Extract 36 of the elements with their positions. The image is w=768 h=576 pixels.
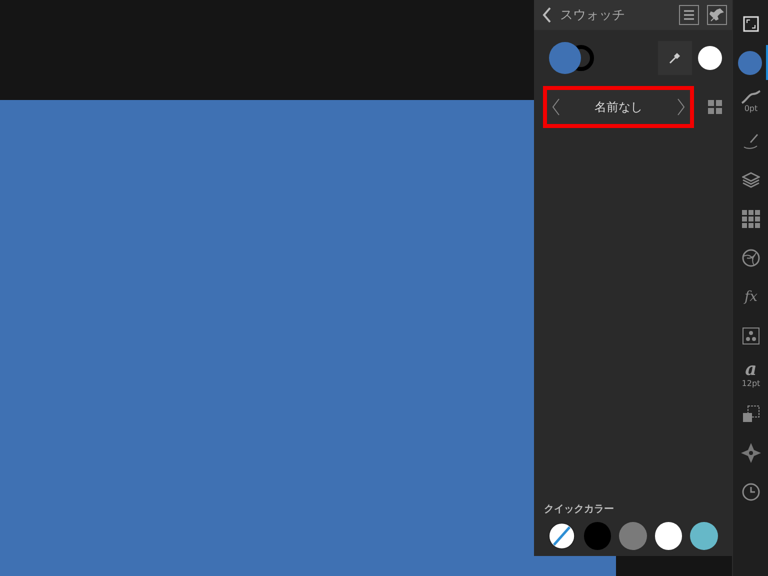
- grid-icon: [742, 210, 760, 228]
- picked-color-swatch[interactable]: [698, 46, 722, 70]
- text-style-label: a: [745, 361, 757, 379]
- back-icon[interactable]: [542, 7, 552, 23]
- aperture-icon: [742, 248, 760, 266]
- stroke-icon: [741, 90, 761, 104]
- panel-title: スウォッチ: [560, 7, 626, 24]
- frame-icon: [743, 16, 759, 32]
- stroke-tool[interactable]: 0pt: [733, 84, 768, 119]
- swatch-set-selector[interactable]: 名前なし: [543, 86, 694, 128]
- fill-color-icon: [738, 50, 762, 74]
- grid-view-icon[interactable]: [708, 100, 722, 114]
- swatch-set-name: 名前なし: [594, 98, 642, 116]
- no-color-swatch[interactable]: [548, 522, 576, 550]
- fx-tool[interactable]: fx: [733, 279, 768, 314]
- size-label: 0pt: [744, 104, 758, 113]
- transform-icon: [742, 404, 760, 422]
- menu-icon[interactable]: [679, 5, 699, 25]
- color-swatch[interactable]: [584, 522, 612, 550]
- text-tool[interactable]: a 12pt: [733, 357, 768, 392]
- quick-colors-label: クイックカラー: [543, 503, 615, 516]
- pin-icon[interactable]: [707, 5, 727, 25]
- color-swatch[interactable]: [690, 522, 718, 550]
- brush-icon: [742, 132, 760, 150]
- color-swatch[interactable]: [619, 522, 647, 550]
- clock-icon: [742, 482, 760, 500]
- next-icon[interactable]: [677, 98, 685, 116]
- styles-icon: [742, 326, 760, 344]
- navigator-icon: [741, 442, 761, 462]
- size-label: 12pt: [742, 379, 760, 388]
- previous-icon[interactable]: [552, 98, 560, 116]
- color-swatch[interactable]: [654, 522, 682, 550]
- eyedropper-icon: [669, 52, 681, 64]
- effects-label: fx: [744, 288, 758, 304]
- layers-icon: [742, 170, 760, 188]
- eyedropper-button[interactable]: [658, 41, 692, 75]
